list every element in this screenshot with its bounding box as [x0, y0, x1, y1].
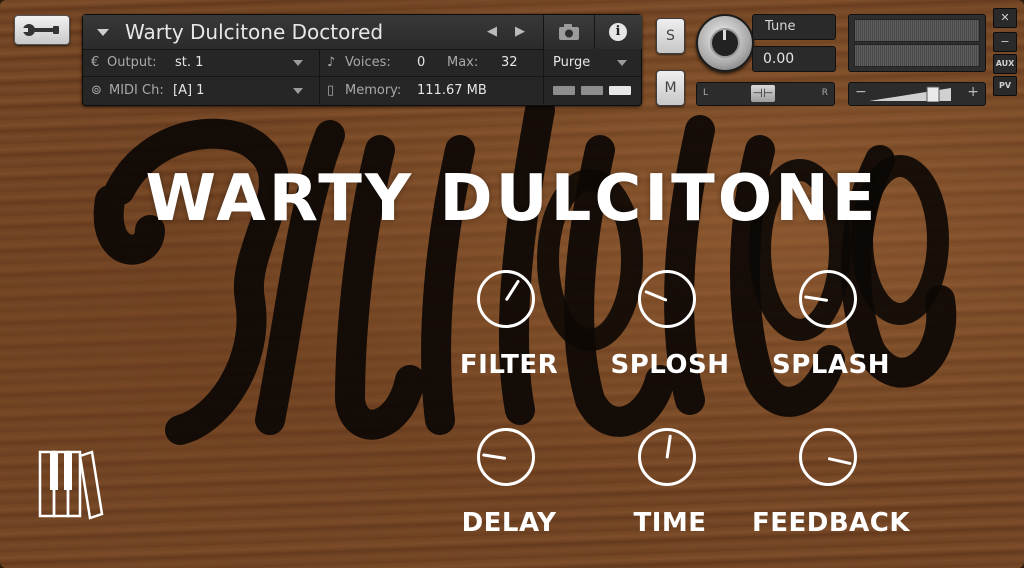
level-meter: [848, 14, 986, 72]
memory-value: 111.67 MB: [417, 83, 487, 98]
feedback-knob-group: FEEDBACK: [751, 428, 911, 558]
wrench-icon: [22, 24, 59, 36]
close-instrument-button[interactable]: ✕: [993, 8, 1017, 28]
aux-button[interactable]: AUX: [993, 54, 1017, 74]
volume-ramp-icon: [869, 86, 951, 102]
voices-label: Voices:: [345, 55, 391, 70]
pan-slider[interactable]: L ⊣⊢ R: [696, 82, 835, 106]
volume-minus-icon: −: [855, 84, 867, 100]
voices-value: 0: [417, 55, 426, 70]
volume-plus-icon: +: [967, 84, 979, 100]
pan-right-label: R: [821, 88, 828, 98]
splosh-knob[interactable]: [638, 270, 696, 328]
purge-menu[interactable]: Purge: [553, 49, 590, 76]
memory-label: Memory:: [345, 83, 402, 98]
filter-knob[interactable]: [477, 270, 535, 328]
instrument-header: Warty Dulcitone Doctored ◀ ▶ i € Output:…: [82, 14, 642, 106]
time-knob-label: TIME: [633, 508, 707, 538]
instrument-title: WARTY DULCITONE: [145, 162, 879, 236]
delay-knob[interactable]: [477, 428, 535, 486]
splash-knob-pointer: [804, 295, 829, 302]
kontakt-instrument-window: Warty Dulcitone Doctored ◀ ▶ i € Output:…: [0, 0, 1024, 568]
output-voices-row: € Output: st. 1 ♪ Voices: 0 Max: 32 Purg…: [83, 49, 641, 77]
info-button[interactable]: i: [594, 15, 642, 49]
midi-channel-label: MIDI Ch:: [109, 83, 164, 98]
max-voices-value[interactable]: 32: [501, 49, 518, 76]
midi-channel-value[interactable]: [A] 1: [173, 77, 204, 104]
midi-icon: ⊚: [91, 83, 102, 98]
delay-knob-label: DELAY: [461, 508, 557, 538]
camera-icon: [559, 24, 579, 40]
minimize-instrument-button[interactable]: −: [993, 32, 1017, 52]
instrument-name[interactable]: Warty Dulcitone Doctored: [125, 20, 383, 44]
splosh-knob-group: SPLOSH: [590, 270, 750, 400]
snapshot-camera-button[interactable]: [543, 15, 594, 49]
splosh-knob-label: SPLOSH: [610, 350, 730, 380]
output-label: Output:: [107, 55, 157, 70]
collapse-arrow-icon[interactable]: [97, 29, 109, 36]
splash-knob-group: SPLASH: [751, 270, 911, 400]
filter-knob-pointer: [504, 279, 521, 302]
memory-icon: ▯: [327, 83, 335, 98]
time-knob-group: TIME: [590, 428, 750, 558]
solo-button[interactable]: S: [656, 18, 685, 54]
voices-icon: ♪: [327, 55, 336, 70]
feedback-knob[interactable]: [799, 428, 857, 486]
level-meter-right: [854, 44, 980, 67]
pan-left-label: L: [703, 88, 709, 98]
time-knob-pointer: [665, 434, 672, 459]
prev-instrument-arrow-icon[interactable]: ◀: [484, 23, 500, 41]
purge-dropdown-icon[interactable]: [617, 60, 627, 66]
midi-memory-row: ⊚ MIDI Ch: [A] 1 ▯ Memory: 111.67 MB: [83, 77, 641, 104]
info-icon: i: [609, 23, 627, 41]
next-instrument-arrow-icon[interactable]: ▶: [512, 23, 528, 41]
tune-knob-indicator: [723, 30, 726, 40]
splash-knob[interactable]: [799, 270, 857, 328]
volume-slider[interactable]: − +: [848, 82, 986, 106]
feedback-knob-label: FEEDBACK: [751, 508, 911, 538]
filter-knob-label: FILTER: [459, 350, 559, 380]
tune-knob[interactable]: [696, 14, 754, 72]
output-value[interactable]: st. 1: [175, 49, 203, 76]
feedback-knob-pointer: [827, 457, 852, 466]
output-icon: €: [91, 55, 100, 70]
level-meter-left: [854, 19, 980, 42]
time-knob[interactable]: [638, 428, 696, 486]
delay-knob-group: DELAY: [429, 428, 589, 558]
pan-handle[interactable]: ⊣⊢: [751, 85, 775, 102]
output-dropdown-icon[interactable]: [293, 60, 303, 66]
max-voices-label: Max:: [447, 55, 479, 70]
midi-dropdown-icon[interactable]: [293, 88, 303, 94]
filter-knob-group: FILTER: [429, 270, 589, 400]
pv-button[interactable]: PV: [993, 76, 1017, 96]
instrument-name-bar: Warty Dulcitone Doctored ◀ ▶: [83, 15, 543, 50]
tune-label: Tune: [752, 14, 836, 40]
delay-knob-pointer: [482, 453, 507, 460]
splash-knob-label: SPLASH: [772, 350, 890, 380]
mute-button[interactable]: M: [656, 70, 685, 106]
edit-wrench-button[interactable]: [14, 15, 70, 45]
tune-value[interactable]: 0.00: [752, 46, 836, 72]
piano-keys-logo-icon: [38, 450, 104, 520]
splosh-knob-pointer: [644, 289, 668, 302]
